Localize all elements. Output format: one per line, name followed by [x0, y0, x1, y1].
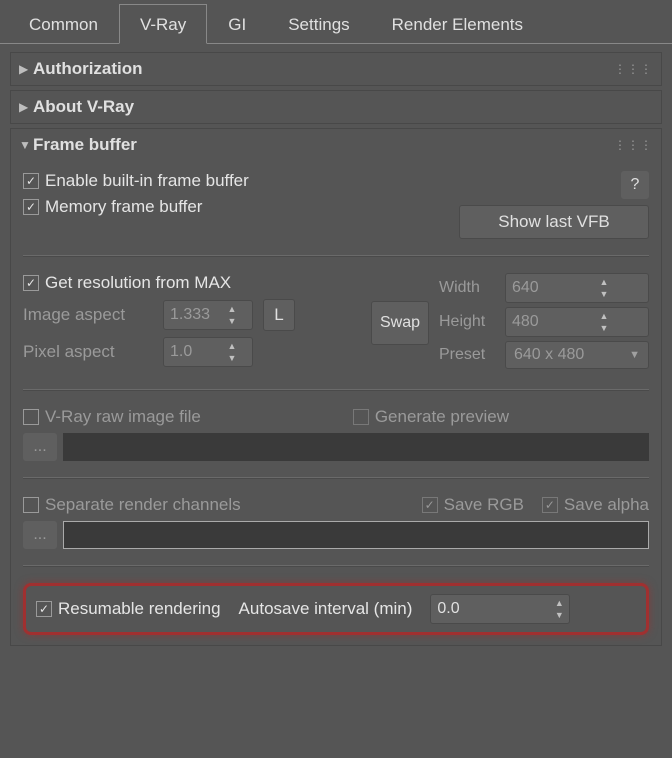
separator: [23, 255, 649, 257]
browse-channels-button[interactable]: ...: [23, 521, 57, 549]
raw-image-path-field[interactable]: [63, 433, 649, 461]
spinner-down-icon[interactable]: ▼: [224, 352, 240, 364]
width-spinner[interactable]: ▲▼: [505, 273, 649, 303]
check-label: Save alpha: [564, 495, 649, 515]
lock-aspect-button[interactable]: L: [263, 299, 295, 331]
check-save-alpha[interactable]: Save alpha: [542, 495, 649, 515]
check-raw-image[interactable]: V-Ray raw image file: [23, 407, 201, 427]
check-label: Resumable rendering: [58, 599, 221, 619]
spinner-down-icon[interactable]: ▼: [224, 315, 240, 327]
help-button[interactable]: ?: [621, 171, 649, 199]
spinner-up-icon[interactable]: ▲: [224, 303, 240, 315]
checkbox-icon: [542, 497, 558, 513]
image-aspect-spinner[interactable]: ▲▼: [163, 300, 253, 330]
channels-path-field[interactable]: [63, 521, 649, 549]
dropdown-caret-icon: ▼: [629, 349, 640, 361]
tab-settings[interactable]: Settings: [267, 4, 370, 43]
check-label: Save RGB: [444, 495, 524, 515]
rollout-header-authorization[interactable]: ▶ Authorization ⋮⋮⋮: [11, 53, 661, 85]
expand-arrow-icon: ▶: [19, 62, 33, 76]
height-input: [506, 313, 596, 331]
checkbox-icon: [23, 275, 39, 291]
preset-value: 640 x 480: [514, 346, 584, 364]
width-input: [506, 279, 596, 297]
rollout-title: About V-Ray: [33, 97, 653, 117]
pixel-aspect-label: Pixel aspect: [23, 342, 153, 362]
spinner-up-icon[interactable]: ▲: [596, 310, 612, 322]
tab-render-elements[interactable]: Render Elements: [371, 4, 544, 43]
rollout-title: Frame buffer: [33, 135, 614, 155]
check-save-rgb[interactable]: Save RGB: [422, 495, 524, 515]
separator: [23, 389, 649, 391]
preset-select[interactable]: 640 x 480 ▼: [505, 341, 649, 369]
checkbox-icon: [422, 497, 438, 513]
tab-vray[interactable]: V-Ray: [119, 4, 207, 44]
expand-arrow-icon: ▶: [19, 100, 33, 114]
check-memory-fb[interactable]: Memory frame buffer: [23, 197, 202, 217]
tab-bar: Common V-Ray GI Settings Render Elements: [0, 0, 672, 44]
image-aspect-label: Image aspect: [23, 305, 153, 325]
height-label: Height: [439, 313, 497, 331]
show-last-vfb-button[interactable]: Show last VFB: [459, 205, 649, 239]
spinner-up-icon[interactable]: ▲: [224, 340, 240, 352]
preset-label: Preset: [439, 346, 497, 364]
autosave-spinner[interactable]: ▲▼: [430, 594, 570, 624]
rollout-header-about[interactable]: ▶ About V-Ray: [11, 91, 661, 123]
collapse-arrow-icon: ▼: [19, 138, 33, 152]
check-label: Get resolution from MAX: [45, 273, 231, 293]
check-enable-builtin[interactable]: Enable built-in frame buffer: [23, 171, 249, 191]
checkbox-icon: [23, 497, 39, 513]
separator: [23, 565, 649, 567]
rollout-header-framebuffer[interactable]: ▼ Frame buffer ⋮⋮⋮: [11, 129, 661, 161]
spinner-up-icon[interactable]: ▲: [596, 276, 612, 288]
pixel-aspect-spinner[interactable]: ▲▼: [163, 337, 253, 367]
image-aspect-input: [164, 306, 224, 324]
check-label: Separate render channels: [45, 495, 241, 515]
check-get-resolution[interactable]: Get resolution from MAX: [23, 273, 231, 293]
spinner-down-icon[interactable]: ▼: [596, 288, 612, 300]
resumable-highlight: Resumable rendering Autosave interval (m…: [23, 583, 649, 635]
checkbox-icon: [23, 173, 39, 189]
rollout-body-framebuffer: Enable built-in frame buffer Memory fram…: [11, 161, 661, 645]
checkbox-icon: [23, 199, 39, 215]
tab-gi[interactable]: GI: [207, 4, 267, 43]
spinner-down-icon[interactable]: ▼: [551, 609, 567, 621]
checkbox-icon: [353, 409, 369, 425]
pixel-aspect-input: [164, 343, 224, 361]
rollout-framebuffer: ▼ Frame buffer ⋮⋮⋮ Enable built-in frame…: [10, 128, 662, 646]
browse-raw-button[interactable]: ...: [23, 433, 57, 461]
separator: [23, 477, 649, 479]
panel-content: ▶ Authorization ⋮⋮⋮ ▶ About V-Ray ▼ Fram…: [0, 44, 672, 658]
check-label: Memory frame buffer: [45, 197, 202, 217]
check-label: Enable built-in frame buffer: [45, 171, 249, 191]
swap-button[interactable]: Swap: [371, 301, 429, 345]
height-spinner[interactable]: ▲▼: [505, 307, 649, 337]
autosave-input[interactable]: [431, 600, 551, 618]
autosave-label: Autosave interval (min): [239, 599, 413, 619]
rollout-title: Authorization: [33, 59, 614, 79]
spinner-down-icon[interactable]: ▼: [596, 322, 612, 334]
checkbox-icon: [23, 409, 39, 425]
check-label: Generate preview: [375, 407, 509, 427]
rollout-authorization: ▶ Authorization ⋮⋮⋮: [10, 52, 662, 86]
tab-common[interactable]: Common: [8, 4, 119, 43]
check-label: V-Ray raw image file: [45, 407, 201, 427]
width-label: Width: [439, 279, 497, 297]
checkbox-icon: [36, 601, 52, 617]
check-generate-preview[interactable]: Generate preview: [353, 407, 509, 427]
check-separate-channels[interactable]: Separate render channels: [23, 495, 241, 515]
spinner-up-icon[interactable]: ▲: [551, 597, 567, 609]
rollout-about: ▶ About V-Ray: [10, 90, 662, 124]
drag-handle-icon[interactable]: ⋮⋮⋮: [614, 138, 653, 152]
drag-handle-icon[interactable]: ⋮⋮⋮: [614, 62, 653, 76]
check-resumable[interactable]: Resumable rendering: [36, 599, 221, 619]
